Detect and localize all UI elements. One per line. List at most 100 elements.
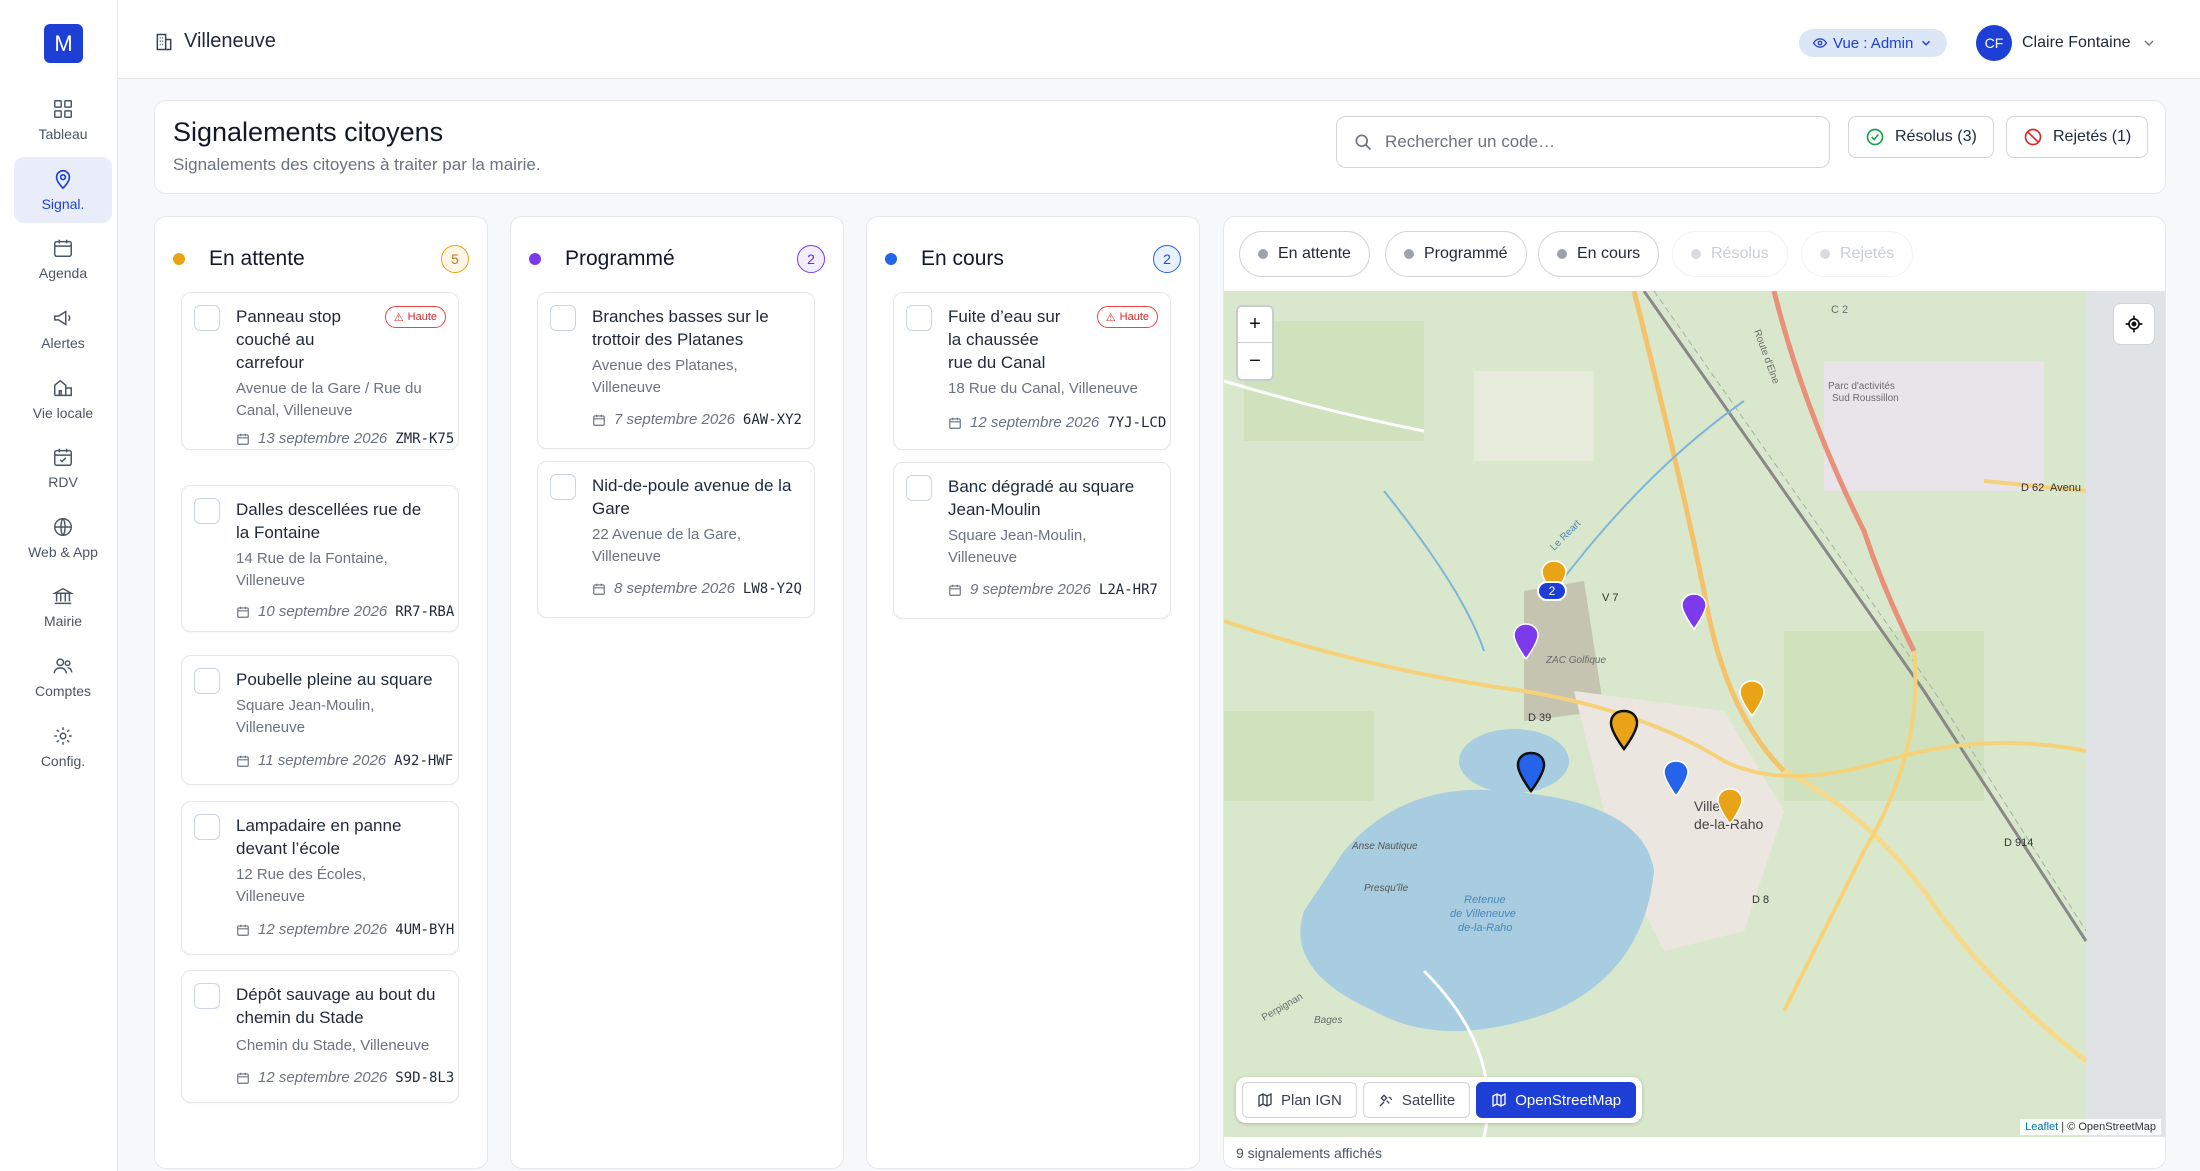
sidebar-item-config[interactable]: Config. — [14, 714, 112, 780]
calendar-icon — [237, 755, 249, 767]
report-card[interactable]: Panneau stop couché au carrefour ⚠ Haute Av… — [181, 292, 459, 450]
card-code: L2A-HR7 — [1098, 581, 1158, 598]
sidebar-item-comptes[interactable]: Comptes — [14, 644, 112, 710]
resolved-button-label: Résolus (3) — [1895, 128, 1977, 145]
leaflet-link[interactable]: Leaflet — [2025, 1121, 2058, 1133]
check-circle-icon — [1866, 128, 1884, 146]
card-title: Poubelle pleine au square — [236, 670, 433, 689]
sidebar-item-web-app[interactable]: Web & App — [14, 505, 112, 571]
sidebar-item-label: Agenda — [38, 265, 88, 281]
filter-dot — [1691, 249, 1701, 259]
card-checkbox[interactable] — [550, 474, 576, 500]
top-bar: Villeneuve Vue : Admin CF Claire Fontain… — [118, 0, 2200, 79]
card-date: 13 septembre 2026 — [258, 430, 388, 447]
map-tiles: C 2 Route d'Elne Parc d'activités Sud Ro… — [1224, 291, 2165, 1137]
view-label: Vue : Admin — [1833, 34, 1914, 52]
card-checkbox[interactable] — [194, 668, 220, 694]
filter-resolus[interactable]: Résolus — [1672, 231, 1788, 277]
column-en-cours: En cours 2 Fuite d’eau sur la chaussée rue… — [866, 216, 1200, 1169]
search-input[interactable] — [1385, 132, 1805, 152]
map-attribution: Leaflet | © OpenStreetMap — [2020, 1119, 2161, 1135]
sidebar-item-agenda[interactable]: Agenda — [14, 226, 112, 292]
card-checkbox[interactable] — [906, 475, 932, 501]
card-address: 12 Rue des Écoles, Villeneuve — [236, 866, 367, 905]
report-card[interactable]: Fuite d’eau sur la chaussée rue du Canal ⚠… — [893, 292, 1171, 450]
page-title: Signalements citoyens — [173, 117, 444, 147]
filter-en-cours[interactable]: En cours — [1538, 231, 1660, 277]
search-box[interactable] — [1336, 116, 1830, 168]
globe-icon — [54, 518, 72, 536]
rejected-button-label: Rejetés (1) — [2053, 128, 2132, 145]
calendar-icon — [949, 584, 961, 596]
card-checkbox[interactable] — [194, 983, 220, 1009]
chevron-down-icon — [2144, 40, 2153, 46]
card-checkbox[interactable] — [194, 498, 220, 524]
status-dot — [529, 253, 541, 265]
layer-satellite-button[interactable]: Satellite — [1362, 1082, 1471, 1118]
map-label: Retenue — [1464, 894, 1506, 906]
report-card[interactable]: Dalles descellées rue de la Fontaine 14 R… — [181, 485, 459, 632]
card-code: RR7-RBA — [395, 603, 455, 620]
card-checkbox[interactable] — [906, 305, 932, 331]
map-canvas[interactable]: C 2 Route d'Elne Parc d'activités Sud Ro… — [1224, 291, 2165, 1137]
app-logo[interactable]: M — [44, 24, 83, 63]
layer-plan-ign-button[interactable]: Plan IGN — [1242, 1082, 1357, 1118]
card-date: 10 septembre 2026 — [258, 603, 388, 620]
card-address: 14 Rue de la Fontaine, Villeneuve — [236, 550, 388, 589]
search-icon — [1355, 134, 1372, 151]
filter-rejetes[interactable]: Rejetés — [1801, 231, 1914, 277]
sidebar-item-vie-locale[interactable]: Vie locale — [14, 366, 112, 432]
card-checkbox[interactable] — [194, 814, 220, 840]
report-card[interactable]: Dépôt sauvage au bout du chemin du Stade … — [181, 970, 459, 1103]
sidebar-item-alertes[interactable]: Alertes — [14, 296, 112, 362]
column-count: 5 — [441, 245, 469, 273]
filter-programme[interactable]: Programmé — [1385, 231, 1527, 277]
bank-icon — [52, 587, 74, 605]
card-title: Banc dégradé au square Jean-Moulin — [948, 477, 1135, 519]
sidebar-item-label: Signal. — [41, 196, 85, 212]
organization[interactable]: Villeneuve — [154, 30, 276, 53]
view-switcher[interactable]: Vue : Admin — [1799, 29, 1948, 57]
card-date: 12 septembre 2026 — [258, 1069, 388, 1086]
locate-button[interactable] — [2113, 303, 2155, 345]
report-card[interactable]: Banc dégradé au square Jean-Moulin Square… — [893, 462, 1171, 619]
sidebar-item-tableau[interactable]: Tableau — [14, 87, 112, 153]
card-code: A92-HWF — [394, 752, 454, 769]
map-footer-count: 9 signalements affichés — [1236, 1145, 1383, 1161]
card-title: Nid-de-poule avenue de la Gare — [592, 476, 792, 518]
card-date: 7 septembre 2026 — [614, 411, 735, 428]
priority-badge: ⚠ Haute — [1096, 306, 1158, 328]
marker-cluster[interactable]: 2 — [1537, 581, 1567, 601]
card-date: 12 septembre 2026 — [970, 414, 1100, 431]
report-card[interactable]: Poubelle pleine au square Square Jean-Mo… — [181, 655, 459, 785]
user-menu[interactable]: CF Claire Fontaine — [1976, 25, 2157, 61]
column-header: En cours 2 — [885, 244, 1181, 274]
calendar-icon — [949, 417, 961, 429]
sidebar-item-rdv[interactable]: RDV — [14, 435, 112, 501]
sidebar-item-label: Web & App — [28, 544, 98, 560]
sidebar-item-label: Mairie — [43, 613, 83, 629]
filter-en-attente[interactable]: En attente — [1239, 231, 1370, 277]
column-header: Programmé 2 — [529, 244, 825, 274]
report-card[interactable]: Nid-de-poule avenue de la Gare 22 Avenue … — [537, 461, 815, 618]
calendar-icon — [593, 583, 605, 595]
zoom-out-button[interactable]: − — [1238, 343, 1272, 379]
sidebar-item-signalements[interactable]: Signal. — [14, 157, 112, 223]
card-title: Branches basses sur le trottoir des Plata… — [592, 307, 769, 349]
card-checkbox[interactable] — [194, 305, 220, 331]
report-card[interactable]: Branches basses sur le trottoir des Plata… — [537, 292, 815, 449]
calendar-icon — [237, 924, 249, 936]
layer-openstreetmap-button[interactable]: OpenStreetMap — [1476, 1082, 1637, 1118]
rejected-button[interactable]: Rejetés (1) — [2006, 116, 2149, 158]
map-icon — [54, 379, 72, 397]
card-checkbox[interactable] — [550, 305, 576, 331]
map-label: D 62 — [2021, 482, 2044, 494]
map-label: Presqu'île — [1364, 883, 1409, 894]
map-label: ZAC Golfique — [1545, 655, 1606, 666]
card-code: LW8-Y2Q — [742, 580, 802, 597]
report-card[interactable]: Lampadaire en panne devant l’école 12 Rue… — [181, 801, 459, 955]
sidebar-item-mairie[interactable]: Mairie — [14, 574, 112, 640]
filter-dot — [1820, 249, 1830, 259]
zoom-in-button[interactable]: + — [1238, 307, 1272, 343]
resolved-button[interactable]: Résolus (3) — [1848, 116, 1994, 158]
